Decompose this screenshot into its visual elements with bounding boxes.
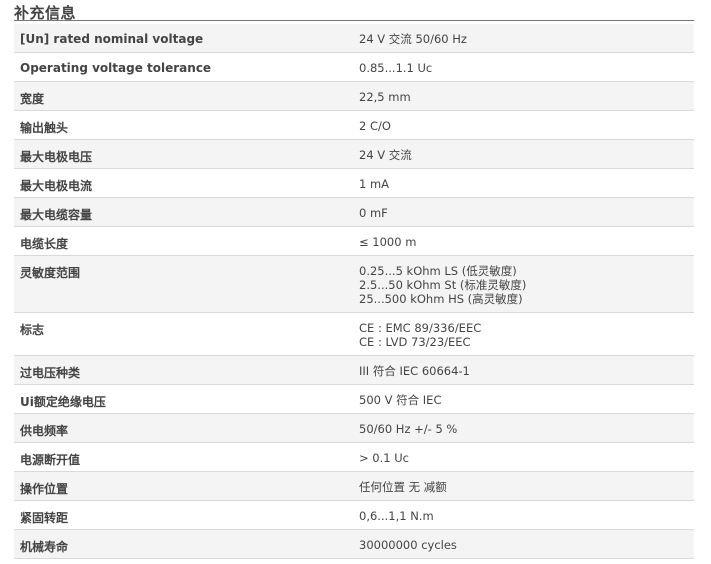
row-value: CE : EMC 89/336/EEC CE : LVD 73/23/EEC xyxy=(359,321,482,349)
table-row: Ui额定绝缘电压 500 V 符合 IEC xyxy=(14,385,694,414)
row-value: 1 mA xyxy=(359,177,390,191)
table-row: 最大电极电流 1 mA xyxy=(14,169,694,198)
row-label: [Un] rated nominal voltage xyxy=(20,32,204,46)
table-row: 紧固转距 0,6...1,1 N.m xyxy=(14,501,694,530)
row-label: 供电频率 xyxy=(20,424,69,438)
row-value: ≤ 1000 m xyxy=(359,235,417,249)
table-row: [Un] rated nominal voltage 24 V 交流 50/60… xyxy=(14,24,694,53)
table-row: 机械寿命 30000000 cycles xyxy=(14,530,694,559)
row-label: 机械寿命 xyxy=(20,540,69,554)
row-value: 24 V 交流 50/60 Hz xyxy=(359,32,467,46)
table-row: 电缆长度 ≤ 1000 m xyxy=(14,227,694,256)
row-value: 0,6...1,1 N.m xyxy=(359,509,434,523)
row-value: 500 V 符合 IEC xyxy=(359,393,442,407)
row-value: 30000000 cycles xyxy=(359,538,457,552)
row-label: 灵敏度范围 xyxy=(20,266,81,280)
table-row: 最大电缆容量 0 mF xyxy=(14,198,694,227)
row-value: 0 mF xyxy=(359,206,388,220)
row-label: Operating voltage tolerance xyxy=(20,61,212,75)
row-label: 宽度 xyxy=(20,92,45,106)
table-row: 操作位置 任何位置 无 减额 xyxy=(14,472,694,501)
row-label: 紧固转距 xyxy=(20,511,69,525)
row-value: 50/60 Hz +/- 5 % xyxy=(359,422,458,436)
table-row: Operating voltage tolerance 0.85...1.1 U… xyxy=(14,53,694,82)
row-value: 24 V 交流 xyxy=(359,148,412,162)
row-value: 0.25...5 kOhm LS (低灵敏度) 2.5...50 kOhm St… xyxy=(359,264,527,306)
row-value: 2 C/O xyxy=(359,119,391,133)
table-row: 标志 CE : EMC 89/336/EEC CE : LVD 73/23/EE… xyxy=(14,313,694,356)
row-label: 过电压种类 xyxy=(20,366,81,380)
table-row: 供电频率 50/60 Hz +/- 5 % xyxy=(14,414,694,443)
row-label: 电源断开值 xyxy=(20,453,81,467)
table-row: 最大电极电压 24 V 交流 xyxy=(14,140,694,169)
row-label: 最大电极电流 xyxy=(20,179,93,193)
row-label: 最大电极电压 xyxy=(20,150,93,164)
row-value: III 符合 IEC 60664-1 xyxy=(359,364,470,378)
row-value: > 0.1 Uc xyxy=(359,451,409,465)
table-row: 宽度 22,5 mm xyxy=(14,82,694,111)
row-label: 操作位置 xyxy=(20,482,69,496)
row-label: 最大电缆容量 xyxy=(20,208,93,222)
spec-table: [Un] rated nominal voltage 24 V 交流 50/60… xyxy=(14,24,694,559)
row-label: Ui额定绝缘电压 xyxy=(20,395,106,409)
table-row: 电源断开值 > 0.1 Uc xyxy=(14,443,694,472)
row-label: 电缆长度 xyxy=(20,237,69,251)
row-label: 输出触头 xyxy=(20,121,69,135)
row-value: 22,5 mm xyxy=(359,90,411,104)
spec-page: 补充信息 [Un] rated nominal voltage 24 V 交流 … xyxy=(0,0,711,564)
row-label: 标志 xyxy=(20,323,45,337)
table-row: 过电压种类 III 符合 IEC 60664-1 xyxy=(14,356,694,385)
table-row: 灵敏度范围 0.25...5 kOhm LS (低灵敏度) 2.5...50 k… xyxy=(14,256,694,313)
row-value: 任何位置 无 减额 xyxy=(359,480,447,494)
section-divider xyxy=(14,20,694,21)
table-row: 输出触头 2 C/O xyxy=(14,111,694,140)
row-value: 0.85...1.1 Uc xyxy=(359,61,433,75)
